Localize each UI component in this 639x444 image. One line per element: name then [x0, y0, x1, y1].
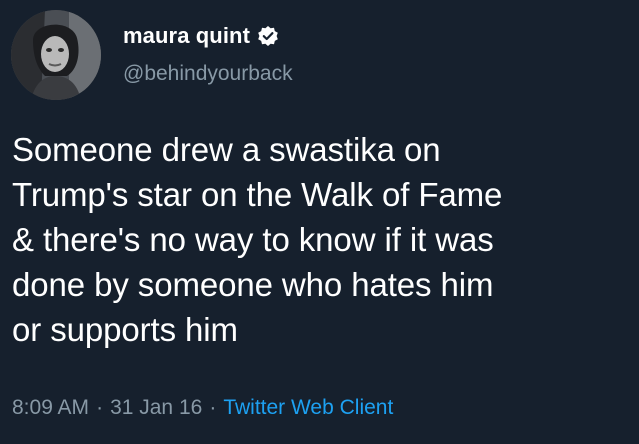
avatar[interactable]: [11, 10, 101, 100]
tweet-meta: 8:09 AM · 31 Jan 16 · Twitter Web Client: [12, 396, 393, 420]
display-name[interactable]: maura quint: [123, 23, 250, 49]
name-row: maura quint: [123, 23, 279, 49]
avatar-photo-icon: [11, 10, 101, 100]
tweet-source-link[interactable]: Twitter Web Client: [223, 396, 393, 420]
meta-separator: ·: [96, 396, 104, 419]
tweet-date[interactable]: 31 Jan 16: [110, 396, 202, 420]
tweet-card: maura quint @behindyourback Someone drew…: [0, 0, 639, 444]
meta-separator: ·: [209, 396, 217, 419]
user-handle[interactable]: @behindyourback: [123, 62, 293, 86]
tweet-time[interactable]: 8:09 AM: [12, 396, 89, 420]
tweet-text: Someone drew a swastika on Trump's star …: [12, 131, 503, 348]
verified-badge-icon: [257, 25, 279, 47]
